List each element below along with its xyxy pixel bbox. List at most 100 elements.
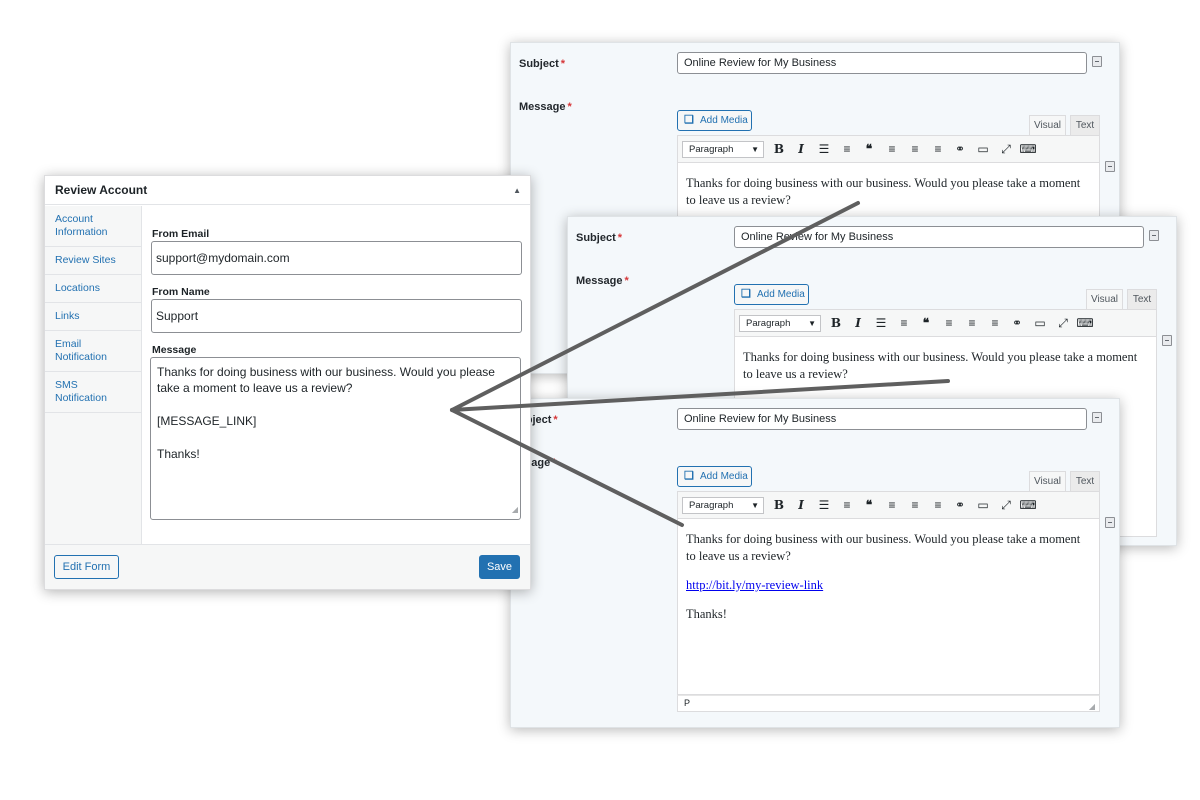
chevron-down-icon: ▼	[808, 319, 816, 328]
fullscreen-icon[interactable]: ⤢	[997, 141, 1015, 158]
bold-icon[interactable]: B	[770, 141, 788, 158]
message-textarea[interactable]: Thanks for doing business with our busin…	[150, 357, 521, 520]
nav-item-email-notification[interactable]: Email Notification	[45, 331, 141, 372]
from-name-field[interactable]: Support	[151, 299, 522, 333]
tab-text[interactable]: Text	[1070, 471, 1100, 491]
tab-visual[interactable]: Visual	[1029, 471, 1066, 491]
add-media-button[interactable]: ❏ Add Media	[677, 466, 752, 487]
message-placeholder-token: [MESSAGE_LINK]	[157, 414, 257, 428]
read-more-icon[interactable]: ▭	[974, 497, 992, 514]
field-options-icon[interactable]	[1092, 412, 1102, 423]
element-path[interactable]: P	[684, 698, 690, 708]
align-left-icon[interactable]: ≡	[883, 141, 901, 158]
nav-item-account-information[interactable]: Account Information	[45, 206, 141, 247]
field-options-icon[interactable]	[1149, 230, 1159, 241]
link-icon[interactable]: ⚭	[951, 497, 969, 514]
nav-item-links[interactable]: Links	[45, 303, 141, 331]
chevron-down-icon: ▼	[751, 501, 759, 510]
align-left-icon[interactable]: ≡	[883, 497, 901, 514]
collapse-arrow-icon[interactable]: ▲	[513, 176, 521, 205]
from-email-field[interactable]: support@mydomain.com	[151, 241, 522, 275]
numbered-list-icon[interactable]: ≡	[895, 315, 913, 332]
numbered-list-icon[interactable]: ≡	[838, 141, 856, 158]
save-button[interactable]: Save	[479, 555, 520, 579]
blockquote-icon[interactable]: ❝	[860, 141, 878, 158]
editor-card-bottom: ubject * Online Review for My Business ss…	[510, 398, 1120, 728]
bullet-list-icon[interactable]: ☰	[872, 315, 890, 332]
blockquote-icon[interactable]: ❝	[860, 497, 878, 514]
italic-icon[interactable]: I	[792, 497, 810, 514]
review-link[interactable]: http://bit.ly/my-review-link	[686, 578, 823, 592]
blockquote-icon[interactable]: ❝	[917, 315, 935, 332]
subject-input[interactable]: Online Review for My Business	[734, 226, 1144, 248]
review-account-panel: Review Account ▲ Account Information Rev…	[44, 175, 531, 590]
align-right-icon[interactable]: ≡	[929, 497, 947, 514]
message-label: Message *	[576, 275, 629, 287]
edit-form-button[interactable]: Edit Form	[54, 555, 119, 579]
align-left-icon[interactable]: ≡	[940, 315, 958, 332]
message-editor[interactable]: Thanks for doing business with our busin…	[677, 519, 1100, 695]
align-right-icon[interactable]: ≡	[929, 141, 947, 158]
message-label: Message	[152, 344, 197, 356]
message-text: Thanks for doing business with our busin…	[743, 350, 1138, 381]
element-path-bar: P ◢	[677, 695, 1100, 712]
format-select[interactable]: Paragraph ▼	[739, 315, 821, 332]
editor-options-icon[interactable]	[1105, 161, 1115, 172]
bullet-list-icon[interactable]: ☰	[815, 141, 833, 158]
align-right-icon[interactable]: ≡	[986, 315, 1004, 332]
italic-icon[interactable]: I	[849, 315, 867, 332]
read-more-icon[interactable]: ▭	[1031, 315, 1049, 332]
editor-toolbar: Paragraph ▼ B I ☰ ≡ ❝ ≡ ≡ ≡ ⚭ ▭ ⤢ ⌨	[677, 135, 1100, 163]
align-center-icon[interactable]: ≡	[963, 315, 981, 332]
from-email-label: From Email	[152, 228, 210, 240]
subject-label: Subject *	[519, 58, 566, 70]
bold-icon[interactable]: B	[827, 315, 845, 332]
resize-grip-icon[interactable]: ◢	[1089, 699, 1095, 714]
message-text: Thanks for doing business with our busin…	[686, 532, 1081, 563]
editor-options-icon[interactable]	[1162, 335, 1172, 346]
editor-toolbar: Paragraph ▼ B I ☰ ≡ ❝ ≡ ≡ ≡ ⚭ ▭ ⤢ ⌨	[677, 491, 1100, 519]
keyboard-icon[interactable]: ⌨	[1019, 141, 1037, 158]
format-select[interactable]: Paragraph ▼	[682, 141, 764, 158]
bold-icon[interactable]: B	[770, 497, 788, 514]
subject-input[interactable]: Online Review for My Business	[677, 408, 1087, 430]
tab-text[interactable]: Text	[1127, 289, 1157, 309]
fullscreen-icon[interactable]: ⤢	[1054, 315, 1072, 332]
keyboard-icon[interactable]: ⌨	[1019, 497, 1037, 514]
panel-header[interactable]: Review Account ▲	[45, 176, 530, 205]
bullet-list-icon[interactable]: ☰	[815, 497, 833, 514]
message-line: Thanks!	[157, 447, 200, 461]
format-select[interactable]: Paragraph ▼	[682, 497, 764, 514]
link-icon[interactable]: ⚭	[951, 141, 969, 158]
read-more-icon[interactable]: ▭	[974, 141, 992, 158]
media-icon: ❏	[684, 470, 694, 482]
message-label: Message *	[519, 101, 572, 113]
subject-label: Subject *	[576, 232, 623, 244]
media-icon: ❏	[684, 114, 694, 126]
chevron-down-icon: ▼	[751, 145, 759, 154]
editor-options-icon[interactable]	[1105, 517, 1115, 528]
subject-input[interactable]: Online Review for My Business	[677, 52, 1087, 74]
add-media-button[interactable]: ❏ Add Media	[677, 110, 752, 131]
link-icon[interactable]: ⚭	[1008, 315, 1026, 332]
add-media-button[interactable]: ❏ Add Media	[734, 284, 809, 305]
fullscreen-icon[interactable]: ⤢	[997, 497, 1015, 514]
panel-footer: Edit Form Save	[45, 544, 530, 589]
editor-toolbar: Paragraph ▼ B I ☰ ≡ ❝ ≡ ≡ ≡ ⚭ ▭ ⤢ ⌨	[734, 309, 1157, 337]
italic-icon[interactable]: I	[792, 141, 810, 158]
align-center-icon[interactable]: ≡	[906, 497, 924, 514]
field-options-icon[interactable]	[1092, 56, 1102, 67]
nav-item-review-sites[interactable]: Review Sites	[45, 247, 141, 275]
numbered-list-icon[interactable]: ≡	[838, 497, 856, 514]
panel-form: From Email support@mydomain.com From Nam…	[142, 206, 530, 546]
panel-nav: Account Information Review Sites Locatio…	[45, 206, 142, 546]
nav-item-locations[interactable]: Locations	[45, 275, 141, 303]
align-center-icon[interactable]: ≡	[906, 141, 924, 158]
tab-visual[interactable]: Visual	[1029, 115, 1066, 135]
nav-item-sms-notification[interactable]: SMS Notification	[45, 372, 141, 413]
resize-grip-icon[interactable]: ◢	[512, 502, 518, 518]
tab-text[interactable]: Text	[1070, 115, 1100, 135]
from-name-label: From Name	[152, 286, 210, 298]
keyboard-icon[interactable]: ⌨	[1076, 315, 1094, 332]
tab-visual[interactable]: Visual	[1086, 289, 1123, 309]
